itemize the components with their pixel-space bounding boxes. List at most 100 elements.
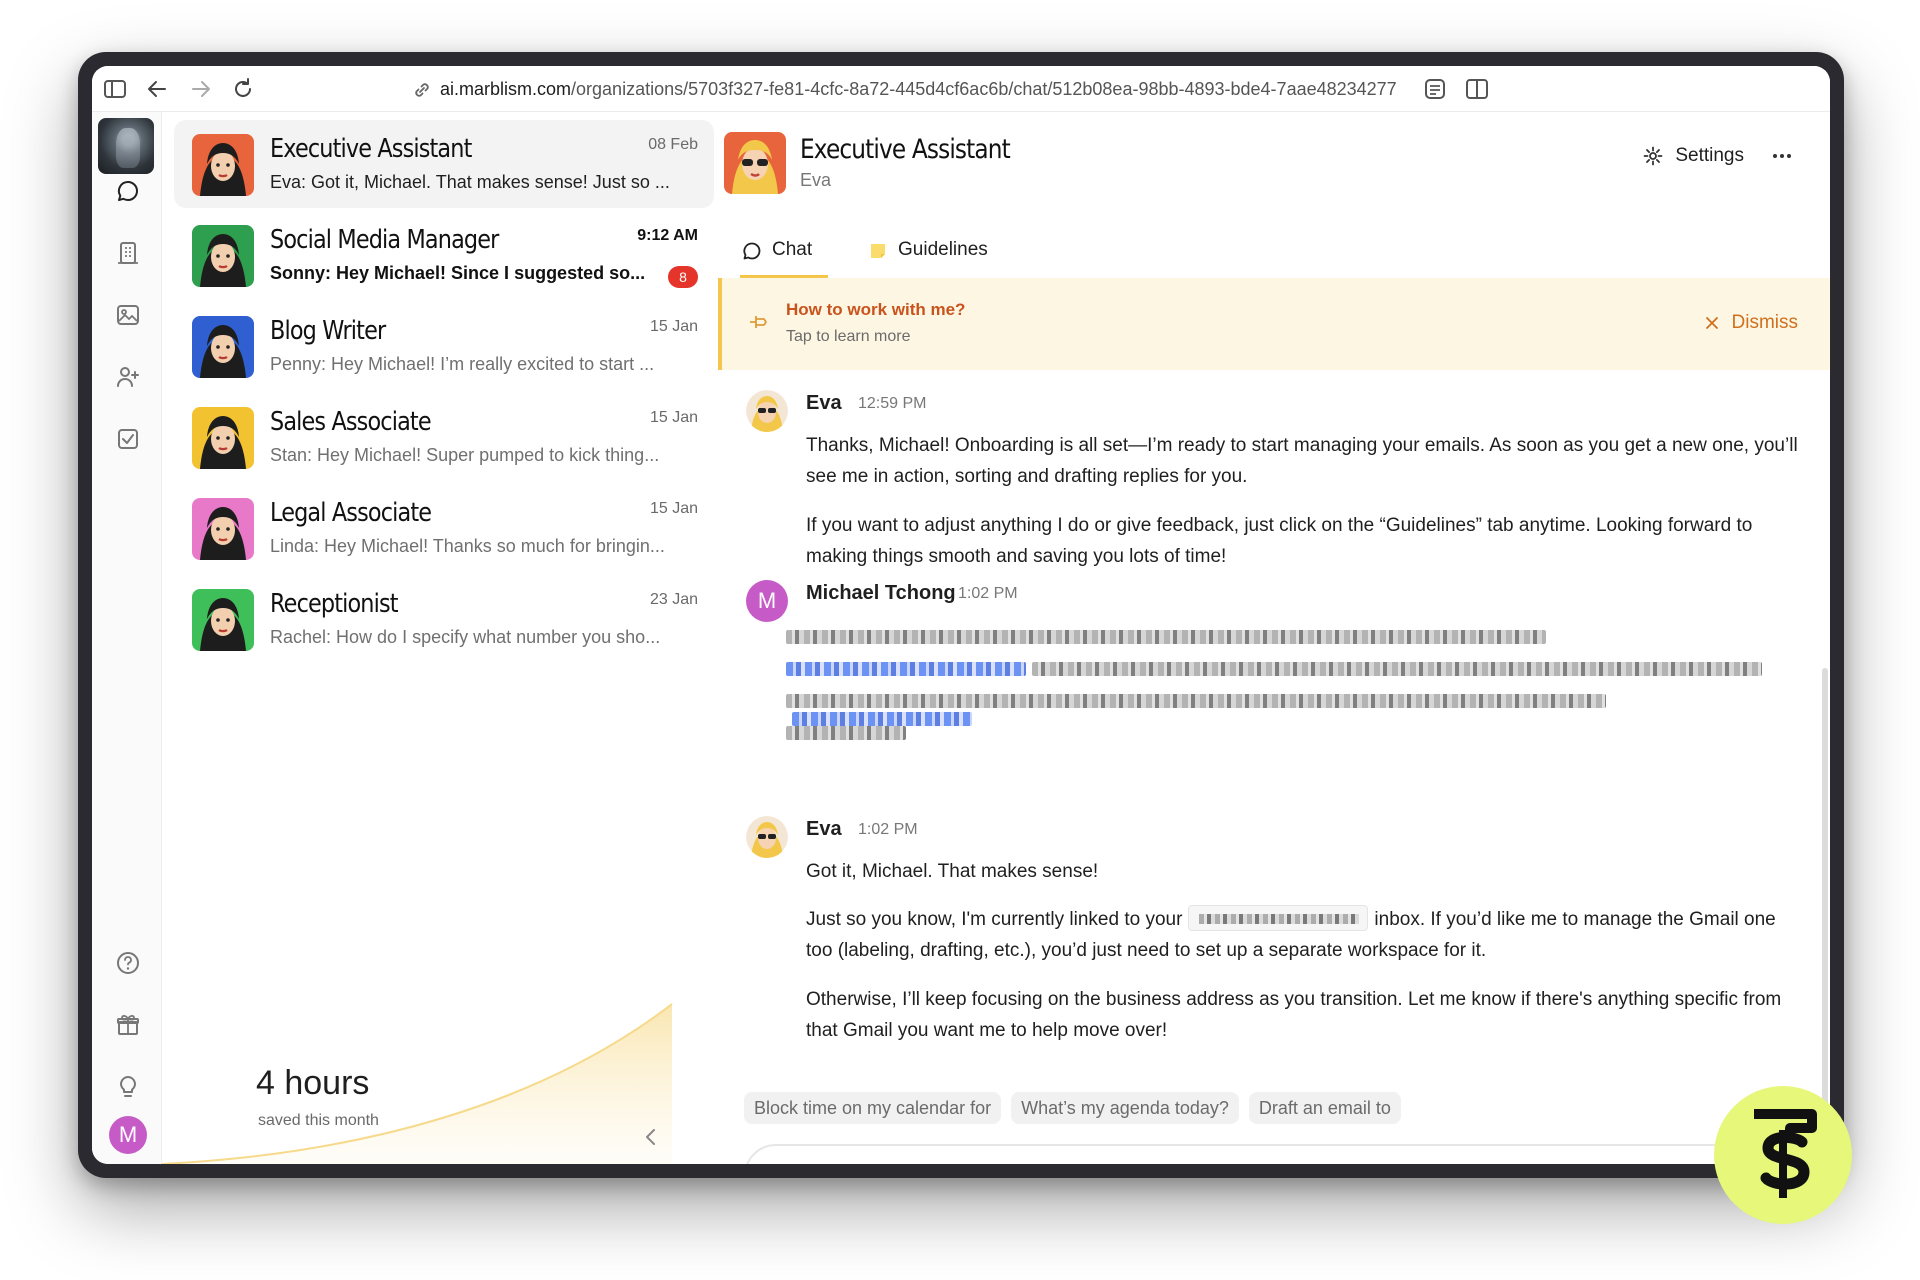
- message-paragraph: Otherwise, I’ll keep focusing on the bus…: [806, 989, 1782, 1041]
- browser-toolbar: ai.marblism.com/organizations/5703f327-f…: [92, 66, 1830, 112]
- chat-panel: Executive Assistant Eva Settings Chat Gu…: [718, 112, 1830, 1164]
- eva-avatar: [746, 390, 788, 432]
- message-eva-2: Eva 1:02 PM Got it, Michael. That makes …: [722, 816, 1798, 1076]
- tasks-checkbox-icon[interactable]: [115, 426, 141, 452]
- message-time: 1:02 PM: [958, 585, 1018, 602]
- chat-subtitle: Eva: [800, 170, 832, 190]
- suggestion-chip[interactable]: What’s my agenda today?: [1011, 1092, 1239, 1124]
- gift-icon[interactable]: [115, 1012, 141, 1038]
- agent-avatar: [192, 589, 254, 651]
- back-arrow-icon[interactable]: [144, 76, 170, 102]
- conversation-name: Social Media Manager: [270, 225, 499, 255]
- conversation-name: Sales Associate: [270, 407, 432, 437]
- conversation-item[interactable]: Receptionist 23 Jan Rachel: How do I speci…: [174, 575, 714, 663]
- banner-title: How to work with me?: [786, 300, 966, 319]
- redacted-message-content: [786, 628, 1786, 756]
- conversation-date: 9:12 AM: [637, 227, 698, 244]
- suggestion-chip[interactable]: Block time on my calendar for: [744, 1092, 1002, 1124]
- split-view-icon[interactable]: [1464, 76, 1490, 102]
- conversation-date: 15 Jan: [649, 500, 698, 517]
- eva-avatar: [746, 816, 788, 858]
- chat-title: Executive Assistant: [800, 134, 1011, 165]
- conversation-item[interactable]: Social Media Manager 9:12 AM Sonny: Hey Mi…: [174, 211, 714, 299]
- dismiss-label: Dismiss: [1731, 312, 1799, 333]
- settings-label: Settings: [1675, 145, 1744, 166]
- agent-avatar: [192, 498, 254, 560]
- browser-window: ai.marblism.com/organizations/5703f327-f…: [92, 66, 1830, 1164]
- banner-subtitle: Tap to learn more: [786, 328, 911, 345]
- chat-bubble-icon: [743, 242, 761, 260]
- ts-logo-icon: [1754, 1109, 1817, 1198]
- message-author: Eva: [806, 818, 842, 840]
- time-saved-panel: 4 hours saved this month: [162, 964, 722, 1164]
- message-author: Eva: [806, 392, 842, 414]
- collapse-chevron-icon[interactable]: [640, 1126, 662, 1148]
- onboarding-banner[interactable]: How to work with me? Tap to learn more D…: [718, 278, 1830, 370]
- tab-chat-label: Chat: [772, 239, 813, 260]
- assistant-avatar: [724, 132, 786, 194]
- suggestion-chip[interactable]: Draft an email to: [1248, 1092, 1401, 1124]
- message-composer: [744, 1144, 1800, 1164]
- conversation-preview: Linda: Hey Michael! Thanks so much for b…: [270, 536, 665, 556]
- device-frame: ai.marblism.com/organizations/5703f327-f…: [78, 52, 1844, 1178]
- more-options-icon[interactable]: [1768, 142, 1796, 170]
- message-time: 12:59 PM: [858, 395, 927, 412]
- conversation-preview: Sonny: Hey Michael! Since I suggested so…: [270, 263, 646, 283]
- conversation-item[interactable]: Blog Writer 15 Jan Penny: Hey Michael! I’m…: [174, 302, 714, 390]
- url-domain: ai.marblism.com: [440, 79, 572, 99]
- organization-avatar[interactable]: [98, 118, 154, 174]
- message-time: 1:02 PM: [858, 821, 918, 838]
- message-michael: M Michael Tchong 1:02 PM: [722, 580, 1798, 790]
- settings-button[interactable]: Settings: [1643, 140, 1744, 172]
- url-path: /organizations/5703f327-fe81-4cfc-8a72-4…: [571, 79, 1397, 99]
- message-eva-1: Eva 12:59 PM Thanks, Michael! Onboarding…: [722, 390, 1798, 580]
- unread-badge: 8: [668, 266, 698, 288]
- conversation-item[interactable]: Executive Assistant 08 Feb Eva: Got it, Mi…: [174, 120, 714, 208]
- conversation-date: 15 Jan: [649, 318, 698, 335]
- agent-avatar: [192, 316, 254, 378]
- icon-rail: M: [92, 112, 162, 1164]
- sticky-note-icon: [871, 244, 885, 258]
- building-icon[interactable]: [115, 240, 141, 266]
- hours-saved-label: saved this month: [258, 1112, 379, 1129]
- add-user-icon[interactable]: [115, 364, 141, 390]
- message-author: Michael Tchong: [806, 582, 956, 604]
- hours-saved-value: 4 hours: [256, 1064, 370, 1102]
- chat-icon[interactable]: [115, 178, 141, 204]
- message-paragraph: Got it, Michael. That makes sense!: [806, 861, 1099, 882]
- close-icon: [1705, 317, 1718, 329]
- conversation-item[interactable]: Sales Associate 15 Jan Stan: Hey Michael! …: [174, 393, 714, 481]
- conversation-list: Executive Assistant 08 Feb Eva: Got it, Mi…: [162, 112, 722, 1164]
- sidebar-toggle-icon[interactable]: [102, 76, 128, 102]
- user-avatar[interactable]: M: [109, 1116, 147, 1154]
- lightbulb-icon[interactable]: [115, 1074, 141, 1100]
- message-paragraph: Thanks, Michael! Onboarding is all set—I…: [806, 435, 1798, 487]
- gear-icon: [1643, 146, 1663, 166]
- agent-avatar: [192, 407, 254, 469]
- conversation-name: Receptionist: [270, 589, 399, 619]
- dismiss-button[interactable]: Dismiss: [1704, 310, 1799, 336]
- conversation-name: Executive Assistant: [270, 134, 472, 164]
- conversation-item[interactable]: Legal Associate 15 Jan Linda: Hey Michael!…: [174, 484, 714, 572]
- pin-icon: [750, 316, 767, 328]
- image-icon[interactable]: [115, 302, 141, 328]
- conversation-date: 23 Jan: [649, 591, 698, 608]
- conversation-date: 08 Feb: [648, 136, 698, 153]
- message-paragraph: If you want to adjust anything I do or g…: [806, 515, 1753, 567]
- tab-guidelines[interactable]: Guidelines: [866, 232, 988, 278]
- conversation-preview: Rachel: How do I specify what number you…: [270, 627, 661, 647]
- conversation-name: Legal Associate: [270, 498, 432, 528]
- reload-icon[interactable]: [230, 76, 256, 102]
- message-paragraph: Just so you know, I'm currently linked t…: [806, 904, 1798, 966]
- redacted-email: [1188, 905, 1369, 931]
- agent-avatar: [192, 134, 254, 196]
- help-icon[interactable]: [115, 950, 141, 976]
- message-text: Just so you know, I'm currently linked t…: [806, 909, 1183, 930]
- chat-tabs: Chat Guidelines: [722, 232, 1830, 278]
- eva-avatar-illustration: [724, 132, 786, 194]
- tab-guidelines-label: Guidelines: [898, 239, 988, 260]
- tab-chat[interactable]: Chat: [740, 232, 828, 278]
- suggestion-chips: Block time on my calendar for What’s my a…: [744, 1092, 1411, 1126]
- forward-arrow-icon[interactable]: [188, 76, 214, 102]
- reader-icon[interactable]: [1422, 76, 1448, 102]
